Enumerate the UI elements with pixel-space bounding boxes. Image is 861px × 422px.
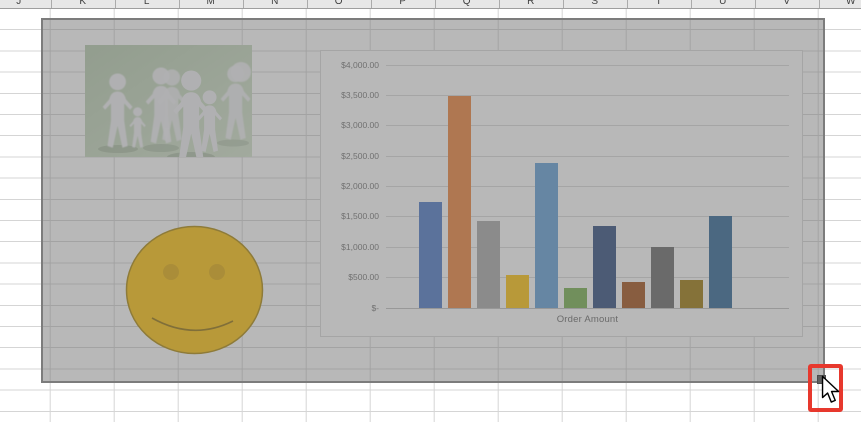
column-header-P[interactable]: P	[371, 0, 436, 8]
column-header-label: W	[846, 0, 855, 8]
column-header-label: V	[783, 0, 790, 8]
column-header-label: N	[271, 0, 278, 8]
column-header-J[interactable]: J	[0, 0, 52, 8]
column-header-Q[interactable]: Q	[435, 0, 500, 8]
column-header-label: Q	[463, 0, 471, 8]
column-header-O[interactable]: O	[307, 0, 372, 8]
column-header-label: R	[527, 0, 534, 8]
column-header-S[interactable]: S	[563, 0, 628, 8]
column-header-label: K	[79, 0, 86, 8]
column-header-label: M	[207, 0, 215, 8]
column-header-label: J	[16, 0, 21, 8]
selection-overlay	[41, 18, 825, 383]
column-header-V[interactable]: V	[755, 0, 820, 8]
column-header-label: S	[591, 0, 598, 8]
column-header-label: O	[335, 0, 343, 8]
column-header-label: T	[656, 0, 662, 8]
column-header-T[interactable]: T	[627, 0, 692, 8]
cursor-arrow-icon	[821, 375, 841, 406]
column-header-label: L	[144, 0, 150, 8]
column-header-label: U	[719, 0, 726, 8]
column-header-label: P	[399, 0, 406, 8]
column-header-L[interactable]: L	[115, 0, 180, 8]
column-header-U[interactable]: U	[691, 0, 756, 8]
column-header-N[interactable]: N	[243, 0, 308, 8]
column-headers: J K L M N O P Q R S T U V W	[0, 0, 861, 9]
column-header-W[interactable]: W	[819, 0, 861, 8]
spreadsheet: J K L M N O P Q R S T U V W	[0, 0, 861, 422]
column-header-M[interactable]: M	[179, 0, 244, 8]
column-header-R[interactable]: R	[499, 0, 564, 8]
column-header-K[interactable]: K	[51, 0, 116, 8]
